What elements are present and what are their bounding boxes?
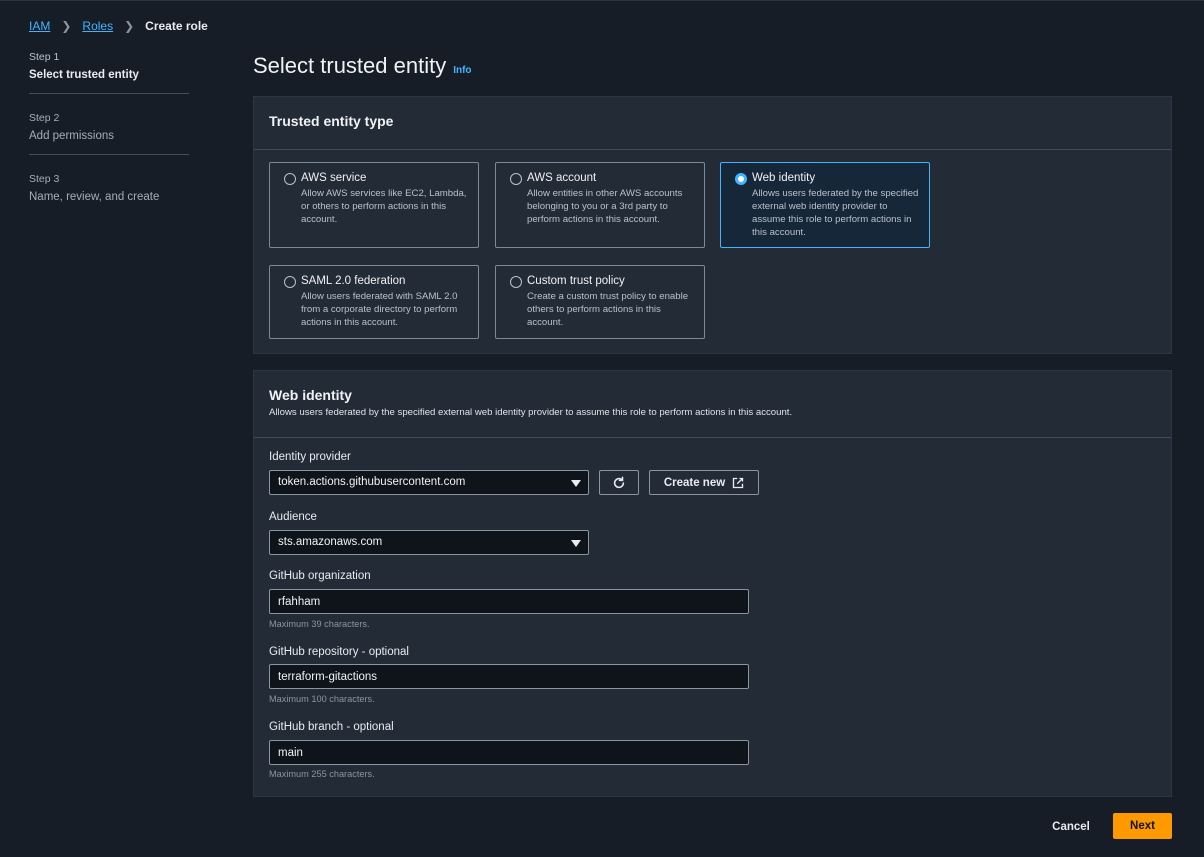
radio-button[interactable] — [284, 276, 296, 288]
panel-title: Trusted entity type — [269, 113, 394, 129]
select-value: token.actions.githubusercontent.com — [278, 476, 466, 488]
next-button[interactable]: Next — [1113, 813, 1172, 839]
create-new-label: Create new — [663, 476, 726, 489]
tile-web-identity[interactable]: Web identity Allows users federated by t… — [720, 162, 930, 248]
github-organization-hint: Maximum 39 characters. — [269, 619, 370, 629]
tile-title: Custom trust policy — [527, 275, 625, 287]
cancel-button[interactable]: Cancel — [1048, 814, 1094, 839]
tile-saml-federation[interactable]: SAML 2.0 federation Allow users federate… — [269, 265, 479, 339]
step-2: Step 2 Add permissions — [29, 93, 189, 154]
chevron-right-icon: ❯ — [124, 19, 135, 33]
tile-description: Allow entities in other AWS accounts bel… — [527, 188, 683, 225]
github-repository-input[interactable] — [269, 664, 749, 689]
breadcrumb-iam-link[interactable]: IAM — [29, 19, 50, 33]
step-title: Select trusted entity — [29, 69, 139, 81]
radio-button[interactable] — [510, 276, 522, 288]
step-1: Step 1 Select trusted entity — [29, 51, 189, 93]
tile-description: Allow users federated with SAML 2.0 from… — [301, 291, 458, 328]
caret-down-icon — [571, 480, 581, 487]
page-title: Select trusted entity Info — [253, 53, 472, 79]
github-organization-label: GitHub organization — [269, 570, 371, 582]
audience-label: Audience — [269, 511, 317, 523]
tile-aws-account[interactable]: AWS account Allow entities in other AWS … — [495, 162, 705, 248]
tile-custom-trust-policy[interactable]: Custom trust policy Create a custom trus… — [495, 265, 705, 339]
tile-description: Allows users federated by the specified … — [752, 188, 919, 238]
tile-title: AWS service — [301, 172, 367, 184]
panel-title: Web identity — [269, 387, 352, 403]
step-title: Add permissions — [29, 130, 115, 142]
select-value: sts.amazonaws.com — [278, 536, 383, 548]
github-branch-hint: Maximum 255 characters. — [269, 769, 375, 779]
panel-header: Web identity Allows users federated by t… — [254, 371, 1171, 438]
identity-provider-label: Identity provider — [269, 451, 351, 463]
github-branch-label: GitHub branch - optional — [269, 721, 394, 733]
github-repository-label: GitHub repository - optional — [269, 646, 409, 658]
step-number: Step 2 — [29, 112, 60, 124]
panel-description: Allows users federated by the specified … — [269, 407, 793, 418]
refresh-button[interactable] — [599, 470, 639, 495]
chevron-right-icon: ❯ — [61, 19, 72, 33]
tile-title: AWS account — [527, 172, 597, 184]
step-number: Step 1 — [29, 51, 60, 63]
tile-title: Web identity — [752, 172, 816, 184]
create-new-button[interactable]: Create new — [649, 470, 759, 495]
github-organization-input[interactable] — [269, 589, 749, 614]
trusted-entity-panel: Trusted entity type AWS service Allow AW… — [253, 96, 1172, 354]
refresh-icon — [613, 476, 625, 488]
radio-button[interactable] — [284, 173, 296, 185]
identity-provider-select[interactable]: token.actions.githubusercontent.com — [269, 470, 589, 495]
tile-title: SAML 2.0 federation — [301, 275, 406, 287]
step-title: Name, review, and create — [29, 191, 160, 203]
tile-description: Create a custom trust policy to enable o… — [527, 291, 689, 328]
radio-button-selected[interactable] — [735, 173, 747, 185]
tile-description: Allow AWS services like EC2, Lambda, or … — [301, 188, 467, 225]
github-repository-hint: Maximum 100 characters. — [269, 694, 375, 704]
audience-select[interactable]: sts.amazonaws.com — [269, 530, 589, 555]
external-link-icon — [732, 477, 744, 488]
radio-button[interactable] — [510, 173, 522, 185]
github-branch-input[interactable] — [269, 740, 749, 765]
info-link[interactable]: Info — [453, 65, 471, 76]
caret-down-icon — [571, 540, 581, 547]
breadcrumb-roles-link[interactable]: Roles — [82, 19, 113, 33]
wizard-steps: Step 1 Select trusted entity Step 2 Add … — [29, 51, 189, 215]
web-identity-panel: Web identity Allows users federated by t… — [253, 370, 1172, 797]
tile-aws-service[interactable]: AWS service Allow AWS services like EC2,… — [269, 162, 479, 248]
page-title-text: Select trusted entity — [253, 53, 447, 78]
step-number: Step 3 — [29, 173, 60, 185]
breadcrumb: IAM ❯ Roles ❯ Create role — [29, 18, 208, 34]
panel-header: Trusted entity type — [254, 97, 1171, 150]
breadcrumb-current: Create role — [145, 19, 208, 33]
step-3: Step 3 Name, review, and create — [29, 154, 189, 215]
